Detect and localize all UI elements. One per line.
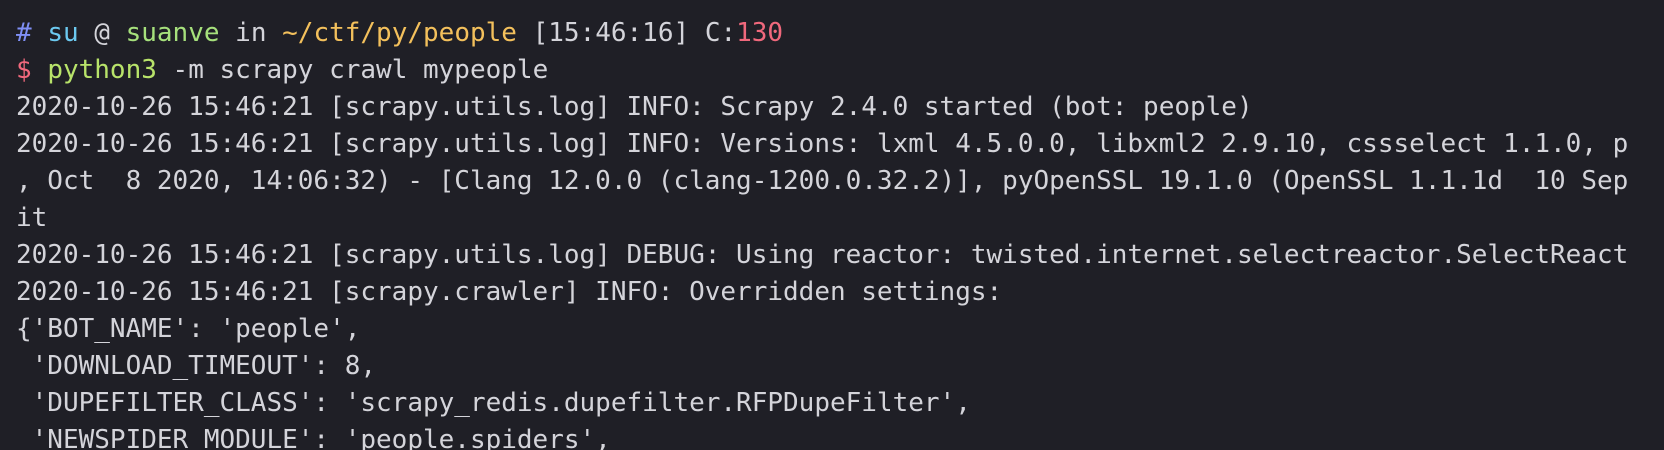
output-line: {'BOT_NAME': 'people', <box>16 314 361 344</box>
output-line: 2020-10-26 15:46:21 [scrapy.utils.log] D… <box>16 240 1629 270</box>
prompt-in: in <box>235 18 267 48</box>
terminal-window[interactable]: # su @ suanve in ~/ctf/py/people [15:46:… <box>0 0 1664 450</box>
prompt-at: @ <box>94 18 110 48</box>
prompt-symbol: $ <box>16 55 32 85</box>
output-line: 'DOWNLOAD_TIMEOUT': 8, <box>16 351 377 381</box>
output-line: 'DUPEFILTER_CLASS': 'scrapy_redis.dupefi… <box>16 388 971 418</box>
command-args: -m scrapy crawl mypeople <box>172 55 549 85</box>
prompt-host: suanve <box>125 18 220 48</box>
output-line: 2020-10-26 15:46:21 [scrapy.utils.log] I… <box>16 92 1253 122</box>
prompt-time: [15:46:16] <box>532 18 690 48</box>
prompt-header-line: # su @ suanve in ~/ctf/py/people [15:46:… <box>16 15 1664 52</box>
output-line: , Oct 8 2020, 14:06:32) - [Clang 12.0.0 … <box>16 166 1629 196</box>
output-line: 'NEWSPIDER_MODULE': 'people.spiders', <box>16 425 611 450</box>
output-line: 2020-10-26 15:46:21 [scrapy.utils.log] I… <box>16 129 1629 159</box>
prompt-path: ~/ctf/py/people <box>282 18 517 48</box>
prompt-user: su <box>47 18 79 48</box>
output-line: 2020-10-26 15:46:21 [scrapy.crawler] INF… <box>16 277 1003 307</box>
command-program: python3 <box>47 55 157 85</box>
output-line: it <box>16 203 48 233</box>
command-line: $ python3 -m scrapy crawl mypeople <box>16 52 1664 89</box>
prompt-exit-label: C: <box>704 18 737 48</box>
prompt-hash: # <box>16 18 32 48</box>
prompt-exit-code: 130 <box>736 18 784 48</box>
